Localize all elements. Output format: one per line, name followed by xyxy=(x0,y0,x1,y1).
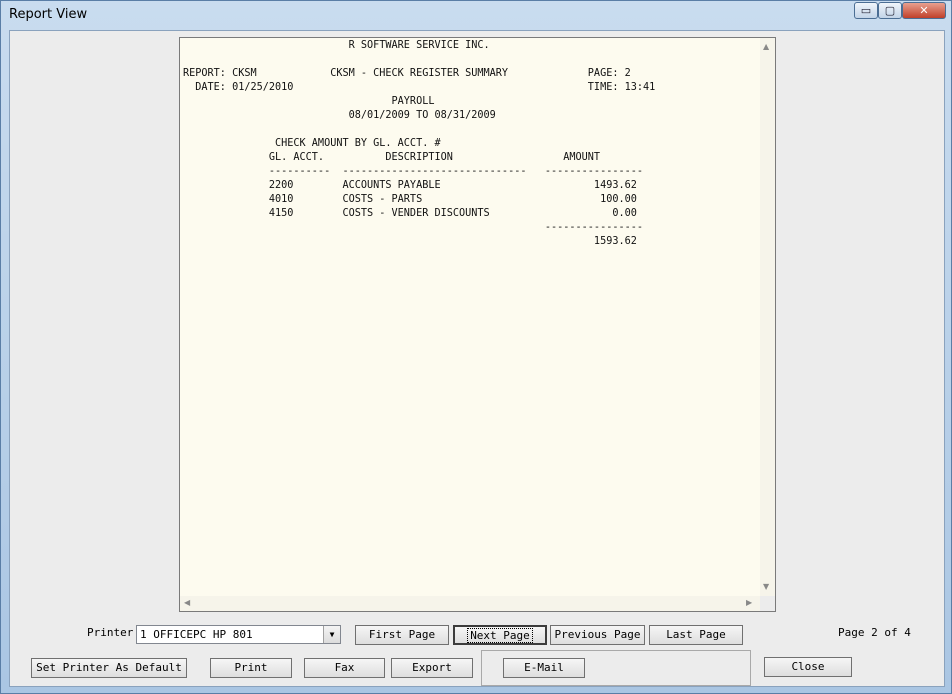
email-label: E-Mail xyxy=(524,661,564,674)
next-page-button[interactable]: Next Page xyxy=(453,625,547,645)
report-line: ---------------- xyxy=(183,222,644,233)
print-button[interactable]: Print xyxy=(210,658,292,678)
report-line: 4010 COSTS - PARTS 100.00 xyxy=(183,194,637,205)
horizontal-scrollbar[interactable]: ◀ ▶ xyxy=(180,596,760,611)
report-line: DATE: 01/25/2010 TIME: 13:41 xyxy=(183,82,656,93)
last-page-label: Last Page xyxy=(666,628,726,641)
report-line: R SOFTWARE SERVICE INC. xyxy=(183,40,490,51)
fax-label: Fax xyxy=(334,661,355,674)
scroll-up-icon[interactable]: ▲ xyxy=(763,42,769,51)
page-indicator: Page 2 of 4 xyxy=(838,626,911,639)
print-label: Print xyxy=(234,661,268,674)
export-button[interactable]: Export xyxy=(391,658,473,678)
report-line: 4150 COSTS - VENDER DISCOUNTS 0.00 xyxy=(183,208,637,219)
scroll-right-icon[interactable]: ▶ xyxy=(746,598,752,607)
printer-label: Printer xyxy=(87,626,134,639)
report-viewer: R SOFTWARE SERVICE INC. REPORT: CKSM CKS… xyxy=(179,37,776,612)
next-page-label: Next Page xyxy=(467,628,533,643)
set-default-label: Set Printer As Default xyxy=(36,661,182,674)
maximize-icon: ▢ xyxy=(884,4,896,17)
report-line: 1593.62 xyxy=(183,236,637,247)
report-line: REPORT: CKSM CKSM - CHECK REGISTER SUMMA… xyxy=(183,68,631,79)
minimize-icon: ▭ xyxy=(860,4,872,17)
minimize-button[interactable]: ▭ xyxy=(854,2,878,19)
printer-select-value: 1 OFFICEPC HP 801 xyxy=(140,628,253,641)
first-page-label: First Page xyxy=(368,628,436,641)
scrollbar-corner xyxy=(760,596,775,611)
chevron-down-icon[interactable]: ▼ xyxy=(323,626,340,643)
report-line: PAYROLL xyxy=(183,96,435,107)
window-close-button[interactable]: ✕ xyxy=(902,2,946,19)
title-bar[interactable]: Report View ▭ ▢ ✕ xyxy=(1,1,951,29)
client-area: R SOFTWARE SERVICE INC. REPORT: CKSM CKS… xyxy=(9,30,945,687)
maximize-button[interactable]: ▢ xyxy=(878,2,902,19)
report-line: ---------- -----------------------------… xyxy=(183,166,644,177)
close-icon: ✕ xyxy=(919,4,929,17)
last-page-button[interactable]: Last Page xyxy=(649,625,743,645)
printer-select[interactable]: 1 OFFICEPC HP 801 ▼ xyxy=(136,625,341,644)
report-line: GL. ACCT. DESCRIPTION AMOUNT xyxy=(183,152,601,163)
close-label: Close xyxy=(791,660,825,673)
fax-button[interactable]: Fax xyxy=(304,658,385,678)
vertical-scrollbar[interactable]: ▲ ▼ xyxy=(760,38,775,596)
window-title: Report View xyxy=(9,7,88,22)
set-printer-default-button[interactable]: Set Printer As Default xyxy=(31,658,187,678)
scroll-left-icon[interactable]: ◀ xyxy=(184,598,190,607)
report-text: R SOFTWARE SERVICE INC. REPORT: CKSM CKS… xyxy=(183,39,655,249)
report-view-window: Report View ▭ ▢ ✕ R SOFTWARE SERVICE INC… xyxy=(0,0,952,694)
email-button[interactable]: E-Mail xyxy=(503,658,585,678)
close-button[interactable]: Close xyxy=(764,657,852,677)
previous-page-label: Previous Page xyxy=(554,628,641,641)
report-line: 08/01/2009 TO 08/31/2009 xyxy=(183,110,496,121)
previous-page-button[interactable]: Previous Page xyxy=(550,625,645,645)
report-line: 2200 ACCOUNTS PAYABLE 1493.62 xyxy=(183,180,637,191)
export-label: Export xyxy=(412,661,452,674)
report-page: R SOFTWARE SERVICE INC. REPORT: CKSM CKS… xyxy=(180,38,760,596)
scroll-down-icon[interactable]: ▼ xyxy=(763,582,769,591)
first-page-button[interactable]: First Page xyxy=(355,625,449,645)
report-line: CHECK AMOUNT BY GL. ACCT. # xyxy=(183,138,441,149)
